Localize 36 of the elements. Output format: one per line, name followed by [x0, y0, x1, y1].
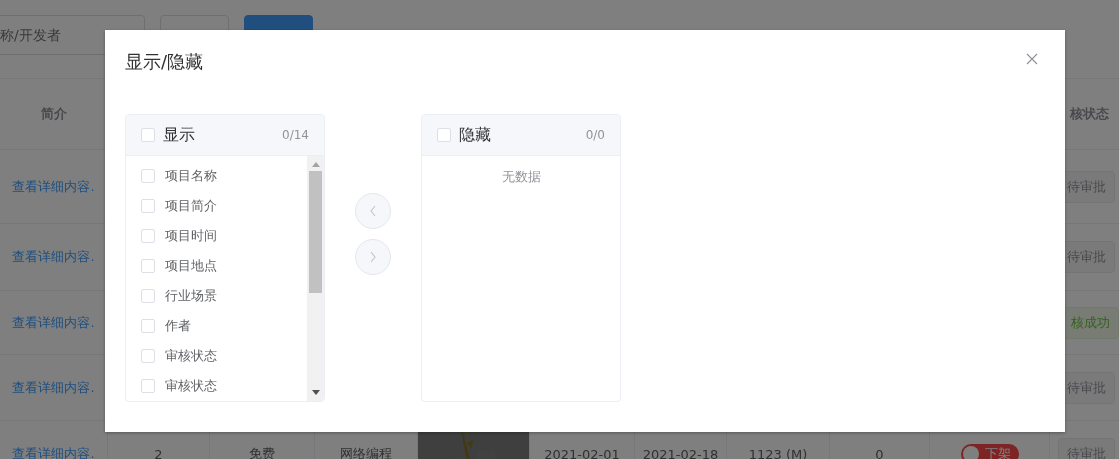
item-label[interactable]: 作者 [165, 317, 191, 335]
item-label[interactable]: 项目地点 [165, 257, 217, 275]
checkbox[interactable] [141, 319, 155, 333]
item-label[interactable]: 审核状态 [165, 347, 217, 365]
scroll-up-icon[interactable] [311, 162, 320, 167]
panel-title: 隐藏 [459, 124, 492, 146]
item-label[interactable]: 项目简介 [165, 197, 217, 215]
table-cell: 2021-02-01 [544, 446, 620, 459]
table-cell: 2 [154, 446, 163, 459]
chevron-right-icon [369, 251, 377, 263]
search-input[interactable]: 称/开发者 [0, 27, 140, 43]
close-icon[interactable] [1026, 53, 1038, 65]
table-cell: 0 [875, 446, 884, 459]
item-count: 0/0 [585, 128, 605, 142]
scrollbar[interactable] [307, 156, 324, 401]
chevron-left-icon [369, 205, 377, 217]
checkbox[interactable] [141, 229, 155, 243]
table-cell: 2021-02-18 [642, 446, 719, 459]
table-cell: 免费 [249, 445, 275, 459]
item-count: 0/14 [282, 128, 309, 142]
checkbox[interactable] [141, 349, 155, 363]
panel-title: 显示 [163, 124, 196, 146]
item-label[interactable]: 行业场景 [165, 287, 217, 305]
checkbox[interactable] [141, 128, 155, 142]
checkbox[interactable] [141, 169, 155, 183]
empty-text: 无数据 [501, 168, 541, 186]
table-cell: 网络编程 [340, 445, 392, 459]
item-label[interactable]: 项目名称 [165, 167, 217, 185]
checkbox[interactable] [141, 379, 155, 393]
item-label[interactable]: 项目时间 [165, 227, 217, 245]
checkbox[interactable] [141, 259, 155, 273]
checkbox[interactable] [437, 128, 451, 142]
checkbox[interactable] [141, 199, 155, 213]
scroll-down-icon[interactable] [311, 390, 320, 395]
checkbox[interactable] [141, 289, 155, 303]
item-label[interactable]: 审核状态 [165, 377, 217, 395]
